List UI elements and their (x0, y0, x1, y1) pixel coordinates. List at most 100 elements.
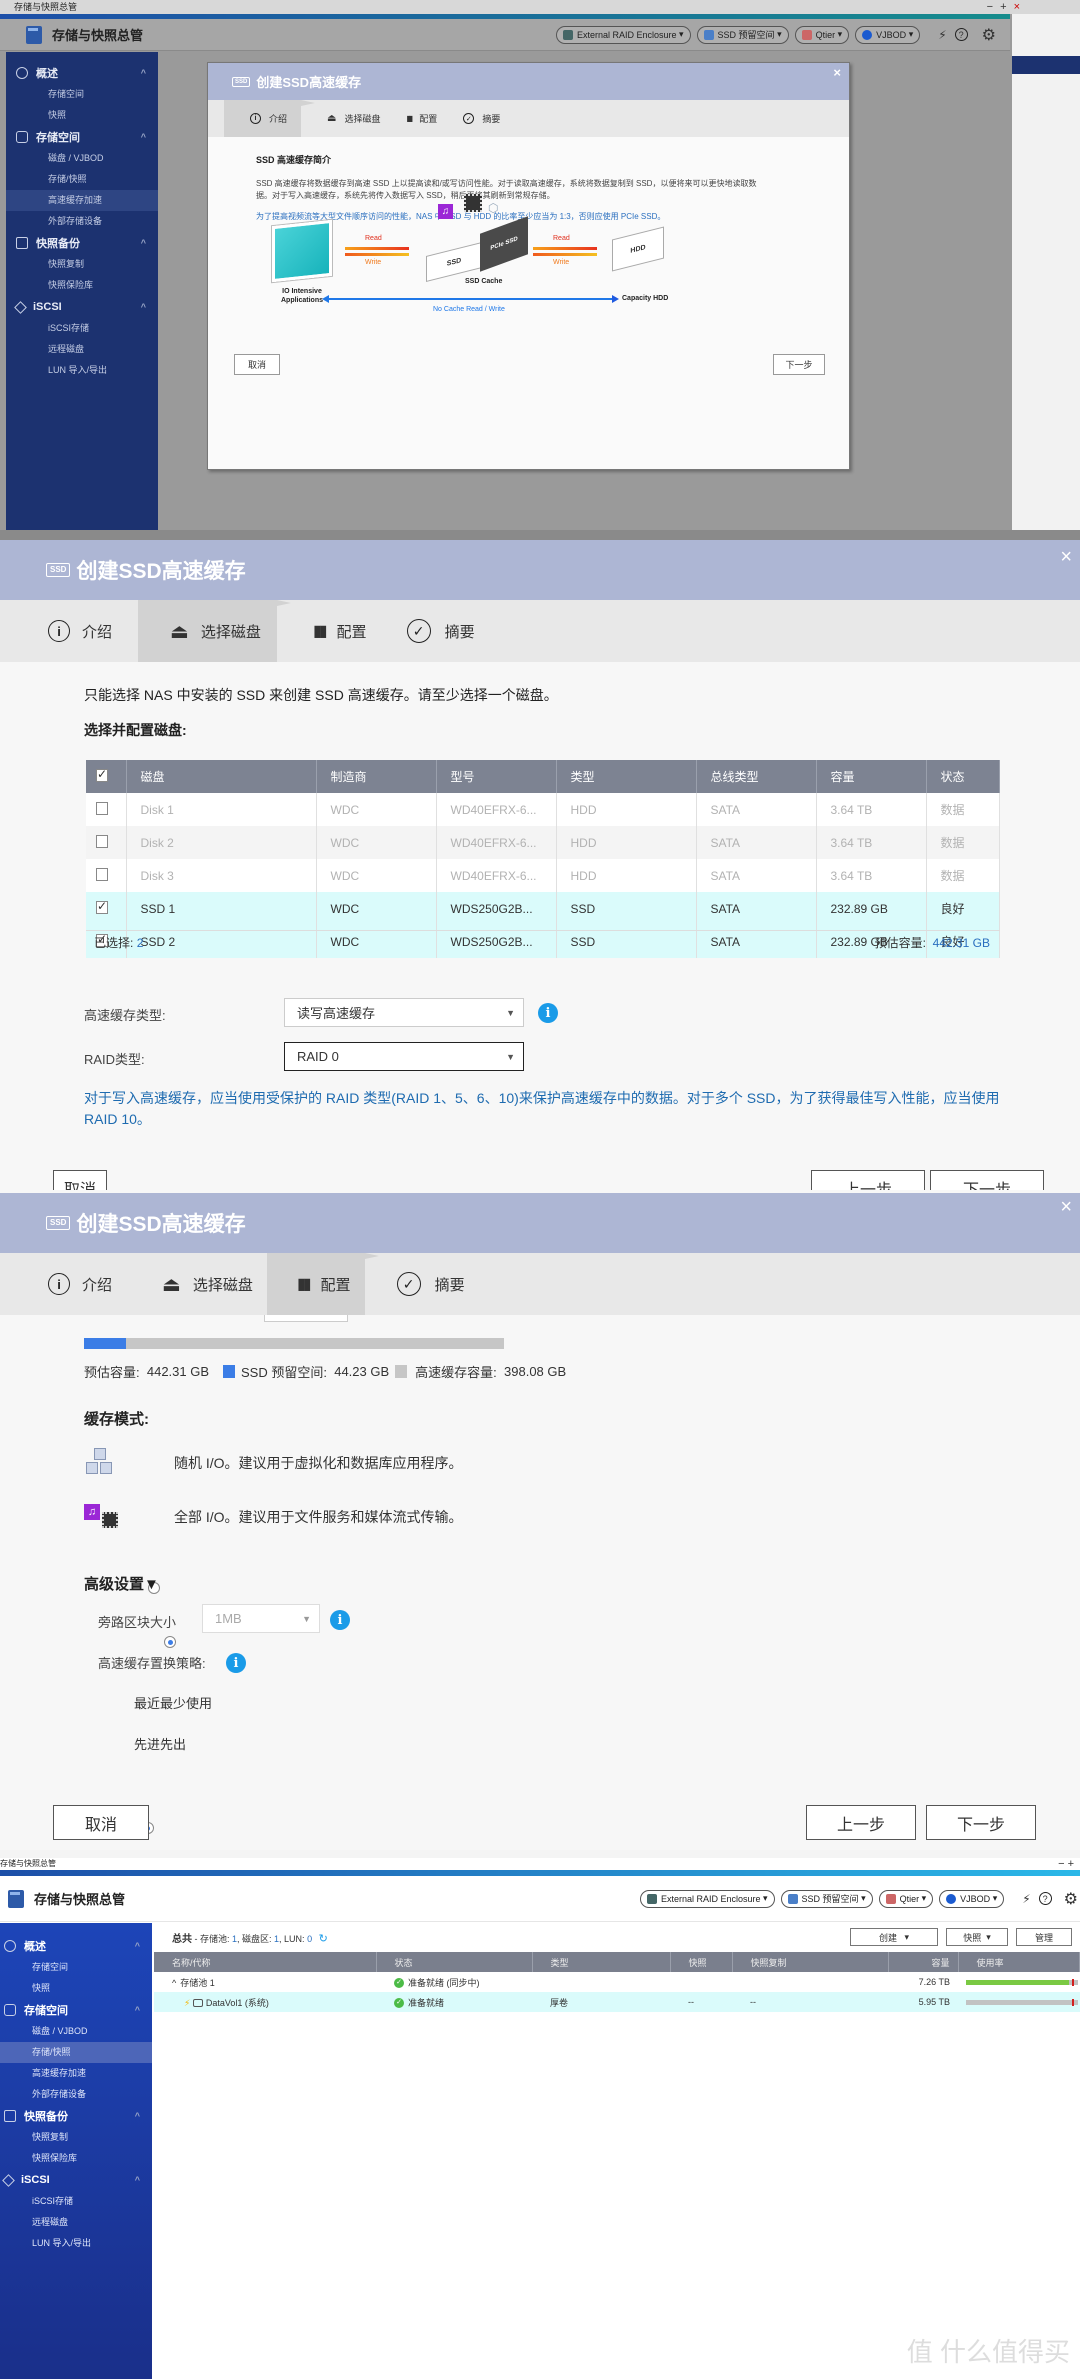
settings-icon[interactable]: ⚙ (982, 25, 996, 45)
sidebar-item-storage-space[interactable]: 存储空间 (6, 84, 158, 105)
col-name[interactable]: 名称/代称 (154, 1952, 377, 1972)
disk-row[interactable]: Disk 2 WDC WD40EFRX-6... HDD SATA 3.64 TB 数据 (86, 826, 1000, 859)
qtier-button[interactable]: Qtier ▾ (794, 25, 850, 44)
col-capacity[interactable]: 容量 (888, 1952, 959, 1972)
all-io-label[interactable]: 全部 I/O。建议用于文件服务和媒体流式传输。 (174, 1507, 463, 1527)
magic-icon[interactable]: ⚡ (1022, 1892, 1030, 1906)
sidebar-item-lun-import-export[interactable]: LUN 导入/导出 (0, 2233, 152, 2254)
create-button[interactable]: 创建 ▾ (850, 1928, 938, 1946)
sidebar-section-storage[interactable]: 存储空间 ^ (0, 1999, 152, 2021)
sidebar-item-storage-space[interactable]: 存储空间 (0, 1957, 152, 1978)
fifo-label[interactable]: 先进先出 (134, 1734, 186, 1753)
advanced-settings-toggle[interactable]: 高级设置▼ (84, 1573, 159, 1594)
expand-icon[interactable]: ^ (172, 1978, 176, 1988)
col-capacity[interactable]: 容量 (816, 760, 927, 793)
help-icon[interactable]: ? (1038, 1892, 1052, 1905)
select-all-checkbox[interactable] (96, 767, 108, 782)
cancel-button[interactable]: 取消 (53, 1805, 149, 1840)
close-icon[interactable]: × (833, 65, 841, 80)
ssd-overprovision-button[interactable]: SSD 预留空间 ▾ (780, 1889, 873, 1908)
volume-row[interactable]: ⚡ DataVol1 (系统) ✓ 准备就绪 厚卷 -- -- 5.95 TB (154, 1992, 1080, 2012)
sidebar-section-snapshot-backup[interactable]: 快照备份 ^ (6, 232, 158, 254)
sidebar-section-iscsi[interactable]: iSCSI ^ (0, 2169, 152, 2191)
sidebar-section-overview[interactable]: 概述 ^ (6, 62, 158, 84)
cache-type-select[interactable]: 读写高速缓存 ▼ (284, 998, 524, 1027)
col-type[interactable]: 类型 (556, 760, 697, 793)
col-replica[interactable]: 快照复制 (732, 1952, 889, 1972)
sidebar-section-snapshot-backup[interactable]: 快照备份 ^ (0, 2105, 152, 2127)
col-type[interactable]: 类型 (532, 1952, 671, 1972)
disk-row[interactable]: SSD 1WDCWDS250G2B...SSDSATA232.89 GB良好 (86, 892, 1000, 925)
col-status[interactable]: 状态 (926, 760, 1000, 793)
col-model[interactable]: 型号 (436, 760, 557, 793)
external-raid-button[interactable]: External RAID Enclosure ▾ (639, 1889, 775, 1908)
help-icon[interactable]: ? (954, 28, 968, 41)
volume-row[interactable]: ^ 存储池 1 ✓ 准备就绪 (同步中) 7.26 TB (154, 1972, 1080, 1992)
next-button[interactable]: 下一步 (773, 354, 825, 375)
step-intro: i 介绍 (0, 600, 112, 662)
refresh-icon[interactable]: ↻ (319, 1933, 328, 1945)
sidebar-item-snapshot[interactable]: 快照 (6, 105, 158, 126)
sidebar-item-cache-acceleration[interactable]: 高速缓存加速 (0, 2063, 152, 2084)
sidebar-section-iscsi[interactable]: iSCSI ^ (6, 296, 158, 318)
bypass-block-select[interactable]: 1MB ▼ (202, 1604, 320, 1633)
col-disk[interactable]: 磁盘 (126, 760, 317, 793)
ssd-overprovision-button[interactable]: SSD 预留空间 ▾ (696, 25, 789, 44)
minimize-button[interactable]: − (987, 1, 993, 13)
cancel-button[interactable]: 取消 (234, 354, 280, 375)
sidebar-item-iscsi-storage[interactable]: iSCSI存储 (0, 2191, 152, 2212)
sidebar-item-external-storage[interactable]: 外部存储设备 (6, 211, 158, 232)
sidebar-item-storage-snapshot[interactable]: 存储/快照 (0, 2042, 152, 2063)
sidebar-item-snapshot[interactable]: 快照 (0, 1978, 152, 1999)
previous-button[interactable]: 上一步 (811, 1170, 925, 1190)
sidebar-item-remote-disk[interactable]: 远程磁盘 (0, 2212, 152, 2233)
previous-button[interactable]: 上一步 (806, 1805, 916, 1840)
disk-row[interactable]: Disk 3 WDC WD40EFRX-6... HDD SATA 3.64 TB 数据 (86, 859, 1000, 892)
cache-type-info-icon[interactable]: i (538, 1003, 558, 1023)
sidebar-item-snapshot-vault[interactable]: 快照保险库 (6, 275, 158, 296)
col-vendor[interactable]: 制造商 (316, 760, 437, 793)
maximize-button[interactable]: + (1000, 1, 1006, 13)
qtier-button[interactable]: Qtier ▾ (878, 1889, 934, 1908)
cancel-button[interactable]: 取消 (53, 1170, 107, 1190)
sidebar-item-storage-snapshot[interactable]: 存储/快照 (6, 169, 158, 190)
raid-type-select[interactable]: RAID 0 ▼ (284, 1042, 524, 1071)
external-raid-button[interactable]: External RAID Enclosure ▾ (555, 25, 691, 44)
sidebar-section-storage[interactable]: 存储空间 ^ (6, 126, 158, 148)
bypass-info-icon[interactable]: i (330, 1610, 350, 1630)
disk-row[interactable]: Disk 1 WDC WD40EFRX-6... HDD SATA 3.64 TB 数据 (86, 793, 1000, 826)
close-icon[interactable]: × (1060, 1196, 1072, 1219)
disk-checkbox[interactable] (96, 899, 108, 914)
sidebar-section-overview[interactable]: 概述 ^ (0, 1935, 152, 1957)
vjbod-button[interactable]: VJBOD ▾ (855, 25, 921, 44)
manage-button[interactable]: 管理 (1016, 1928, 1072, 1946)
close-button[interactable]: × (1014, 1, 1020, 13)
snapshot-button[interactable]: 快照 ▾ (946, 1928, 1008, 1946)
col-snapshot[interactable]: 快照 (670, 1952, 733, 1972)
sidebar-item-snapshot-vault[interactable]: 快照保险库 (0, 2148, 152, 2169)
close-icon[interactable]: × (1060, 546, 1072, 569)
sidebar-item-disks[interactable]: 磁盘 / VJBOD (0, 2021, 152, 2042)
all-io-radio[interactable] (164, 1636, 177, 1648)
minimize-button[interactable]: − (1058, 1858, 1064, 1870)
col-status[interactable]: 状态 (376, 1952, 533, 1972)
sidebar-item-snapshot-replica[interactable]: 快照复制 (0, 2127, 152, 2148)
sidebar-item-remote-disk[interactable]: 远程磁盘 (6, 339, 158, 360)
magic-icon[interactable]: ⚡ (938, 28, 946, 42)
sidebar-item-snapshot-replica[interactable]: 快照复制 (6, 254, 158, 275)
col-usage[interactable]: 使用率 (958, 1952, 1080, 1972)
lru-label[interactable]: 最近最少使用 (134, 1693, 212, 1712)
sidebar-item-lun-import-export[interactable]: LUN 导入/导出 (6, 360, 158, 381)
settings-icon[interactable]: ⚙ (1064, 1889, 1078, 1909)
col-bus[interactable]: 总线类型 (696, 760, 817, 793)
vjbod-button[interactable]: VJBOD ▾ (939, 1889, 1005, 1908)
next-button[interactable]: 下一步 (930, 1170, 1044, 1190)
maximize-button[interactable]: + (1068, 1858, 1074, 1870)
policy-info-icon[interactable]: i (226, 1653, 246, 1673)
sidebar-item-external-storage[interactable]: 外部存储设备 (0, 2084, 152, 2105)
sidebar-item-disks[interactable]: 磁盘 / VJBOD (6, 148, 158, 169)
sidebar-item-iscsi-storage[interactable]: iSCSI存储 (6, 318, 158, 339)
next-button[interactable]: 下一步 (926, 1805, 1036, 1840)
sidebar-item-cache-acceleration[interactable]: 高速缓存加速 (6, 190, 158, 211)
random-io-label[interactable]: 随机 I/O。建议用于虚拟化和数据库应用程序。 (174, 1453, 463, 1473)
